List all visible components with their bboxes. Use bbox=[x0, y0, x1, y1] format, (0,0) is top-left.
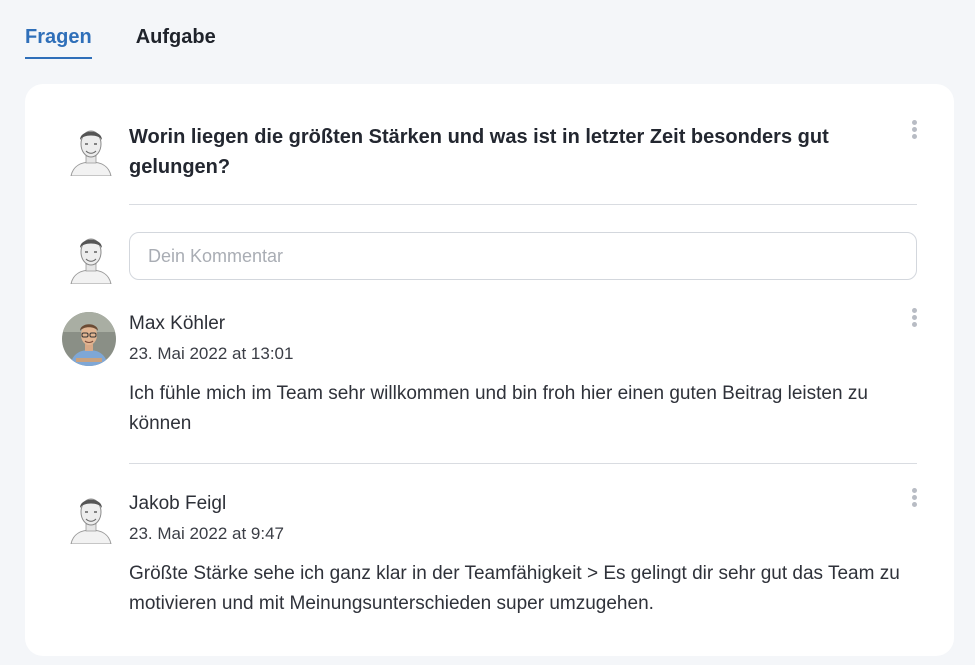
comment-menu-icon[interactable] bbox=[907, 308, 921, 332]
current-user-avatar bbox=[67, 228, 115, 284]
question-title: Worin liegen die größten Stärken und was… bbox=[129, 126, 829, 178]
question-author-avatar bbox=[67, 120, 115, 176]
comment-divider bbox=[129, 463, 917, 464]
comment-menu-icon[interactable] bbox=[907, 488, 921, 512]
comment-input[interactable] bbox=[129, 232, 917, 280]
question-divider bbox=[129, 204, 917, 205]
tab-bar: Fragen Aufgabe bbox=[25, 24, 216, 59]
question-menu-icon[interactable] bbox=[907, 120, 921, 144]
question-card: Worin liegen die größten Stärken und was… bbox=[25, 84, 954, 656]
comment-author-avatar bbox=[62, 312, 116, 366]
comment-author: Max Köhler bbox=[129, 313, 226, 334]
tab-fragen[interactable]: Fragen bbox=[25, 24, 92, 59]
tab-aufgabe[interactable]: Aufgabe bbox=[136, 24, 216, 59]
comment-text: Ich fühle mich im Team sehr willkommen u… bbox=[129, 383, 868, 434]
comment-date: 23. Mai 2022 at 13:01 bbox=[129, 344, 294, 363]
comment-author: Jakob Feigl bbox=[129, 493, 227, 514]
comment-text: Größte Stärke sehe ich ganz klar in der … bbox=[129, 563, 900, 614]
comment-author-avatar bbox=[67, 488, 115, 544]
comment-date: 23. Mai 2022 at 9:47 bbox=[129, 524, 285, 543]
